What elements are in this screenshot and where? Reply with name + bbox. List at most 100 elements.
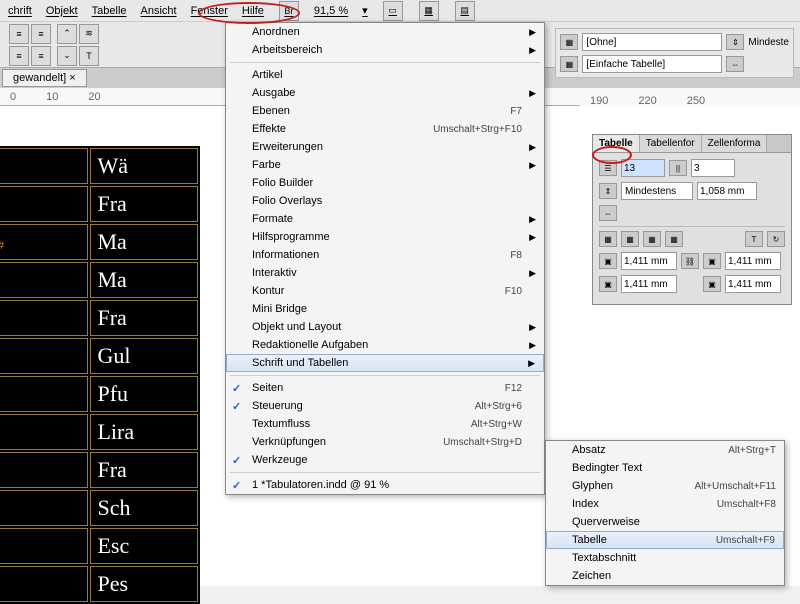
doc-tab[interactable]: gewandelt] × <box>2 69 87 87</box>
table-cell[interactable]: hland# <box>0 224 88 260</box>
submenu-item-textabschnitt[interactable]: Textabschnitt <box>546 549 784 567</box>
tabelle-panel[interactable]: Tabelle Tabellenfor Zellenforma ☰ || ⇕ M… <box>592 134 792 305</box>
height-input[interactable] <box>697 182 757 200</box>
height-mode-select[interactable]: Mindestens <box>621 182 693 200</box>
menu-tabelle[interactable]: Tabelle <box>92 5 127 17</box>
table-cell[interactable]: Gul <box>90 338 198 374</box>
menu-hilfe[interactable]: Hilfe <box>242 5 264 17</box>
submenu-item-absatz[interactable]: AbsatzAlt+Strg+T <box>546 441 784 459</box>
zoom-level[interactable]: 91,5 % <box>314 5 348 17</box>
table-cell[interactable]: Fra <box>90 186 198 222</box>
menu-ansicht[interactable]: Ansicht <box>141 5 177 17</box>
menu-item-arbeitsbereich[interactable]: Arbeitsbereich▶ <box>226 41 544 59</box>
menu-item-folio-overlays[interactable]: Folio Overlays <box>226 192 544 210</box>
table-cell[interactable]: Pfu <box>90 376 198 412</box>
document-table[interactable]: Wän#Frahland#Mad#Maeich#Fra#GulPfuLirabu… <box>0 146 200 604</box>
cell-style-icon[interactable]: ▦ <box>560 34 578 50</box>
bridge-icon[interactable]: Br <box>279 1 299 21</box>
text-rotate-icon[interactable]: T <box>745 231 763 247</box>
table-cell[interactable]: Ma <box>90 262 198 298</box>
menu-item-textumfluss[interactable]: TextumflussAlt+Strg+W <box>226 415 544 433</box>
table-cell[interactable]: Ma <box>90 224 198 260</box>
table-cell[interactable]: n# <box>0 186 88 222</box>
inset-left-input[interactable] <box>621 252 677 270</box>
fenster-menu[interactable]: Anordnen▶Arbeitsbereich▶ArtikelAusgabe▶E… <box>225 22 545 495</box>
rows-input[interactable] <box>621 159 665 177</box>
cols-input[interactable] <box>691 159 735 177</box>
align-justify-icon[interactable]: ≡ <box>31 46 51 66</box>
table-cell[interactable]: eich# <box>0 490 88 526</box>
table-cell[interactable] <box>0 148 88 184</box>
cell-align3-icon[interactable]: ▦ <box>643 231 661 247</box>
panel-tab-zellenformate[interactable]: Zellenforma <box>702 135 768 152</box>
menu-item-anordnen[interactable]: Anordnen▶ <box>226 23 544 41</box>
cell-align2-icon[interactable]: ▦ <box>621 231 639 247</box>
menu-item-ebenen[interactable]: EbenenF7 <box>226 102 544 120</box>
menu-item-hilfsprogramme[interactable]: Hilfsprogramme▶ <box>226 228 544 246</box>
screen-mode-icon[interactable]: ▭ <box>383 1 403 21</box>
menu-item-objekt-und-layout[interactable]: Objekt und Layout▶ <box>226 318 544 336</box>
cell-align-icon[interactable]: ▦ <box>599 231 617 247</box>
submenu-item-zeichen[interactable]: Zeichen <box>546 567 784 585</box>
menu-item-ausgabe[interactable]: Ausgabe▶ <box>226 84 544 102</box>
table-cell[interactable] <box>0 376 88 412</box>
menu-item-interaktiv[interactable]: Interaktiv▶ <box>226 264 544 282</box>
menu-fenster[interactable]: Fenster <box>191 5 228 17</box>
menu-item-effekte[interactable]: EffekteUmschalt+Strg+F10 <box>226 120 544 138</box>
table-cell[interactable]: Wä <box>90 148 198 184</box>
table-cell[interactable]: eich# <box>0 300 88 336</box>
table-cell[interactable]: Esc <box>90 528 198 564</box>
inset-left-icon[interactable]: ▣ <box>599 253 617 269</box>
table-cell[interactable]: d# <box>0 262 88 298</box>
menu-item-artikel[interactable]: Artikel <box>226 66 544 84</box>
inset-right-input[interactable] <box>725 252 781 270</box>
inset-top-icon[interactable]: ▣ <box>599 276 617 292</box>
cols-icon[interactable]: || <box>669 160 687 176</box>
row-height-icon[interactable]: ⇕ <box>599 183 617 199</box>
col-width-icon[interactable]: ⇔ <box>599 205 617 221</box>
menubar[interactable]: chrift Objekt Tabelle Ansicht Fenster Hi… <box>0 0 800 22</box>
cell-align4-icon[interactable]: ▦ <box>665 231 683 247</box>
table-cell[interactable]: Fra <box>90 452 198 488</box>
inset-top-input[interactable] <box>621 275 677 293</box>
table-cell[interactable]: Pes <box>90 566 198 602</box>
table-style-icon[interactable]: ▦ <box>560 56 578 72</box>
submenu-item-glyphen[interactable]: GlyphenAlt+Umschalt+F11 <box>546 477 784 495</box>
row-height-icon[interactable]: ⇕ <box>726 34 744 50</box>
rows-icon[interactable]: ☰ <box>599 160 617 176</box>
cell-style-select[interactable]: [Ohne] <box>582 33 722 51</box>
arrange-icon[interactable]: ▦ <box>419 1 439 21</box>
menu-item-formate[interactable]: Formate▶ <box>226 210 544 228</box>
submenu-item-tabelle[interactable]: TabelleUmschalt+F9 <box>546 531 784 549</box>
menu-objekt[interactable]: Objekt <box>46 5 78 17</box>
valign-mid-icon[interactable]: ≋ <box>79 24 99 44</box>
table-style-select[interactable]: [Einfache Tabelle] <box>582 55 722 73</box>
menu-item-verkn-pfungen[interactable]: VerknüpfungenUmschalt+Strg+D <box>226 433 544 451</box>
menu-item-informationen[interactable]: InformationenF8 <box>226 246 544 264</box>
submenu-item-index[interactable]: IndexUmschalt+F8 <box>546 495 784 513</box>
text-rotate2-icon[interactable]: ↻ <box>767 231 785 247</box>
view-options-icon[interactable]: ▤ <box>455 1 475 21</box>
menu-item-erweiterungen[interactable]: Erweiterungen▶ <box>226 138 544 156</box>
menu-item-redaktionelle-aufgaben[interactable]: Redaktionelle Aufgaben▶ <box>226 336 544 354</box>
valign-bot-icon[interactable]: ⌄ <box>57 46 77 66</box>
menu-item-1-tabulatoren-indd-91-[interactable]: ✓1 *Tabulatoren.indd @ 91 % <box>226 476 544 494</box>
table-cell[interactable]: burg# <box>0 452 88 488</box>
text-dir-icon[interactable]: T <box>79 46 99 66</box>
align-center-icon[interactable]: ≡ <box>31 24 51 44</box>
menu-item-mini-bridge[interactable]: Mini Bridge <box>226 300 544 318</box>
schrift-tabellen-submenu[interactable]: AbsatzAlt+Strg+TBedingter TextGlyphenAlt… <box>545 440 785 586</box>
table-cell[interactable] <box>0 414 88 450</box>
panel-tab-tabellenformate[interactable]: Tabellenfor <box>640 135 702 152</box>
table-cell[interactable]: Fra <box>90 300 198 336</box>
valign-top-icon[interactable]: ⌃ <box>57 24 77 44</box>
inset-right-icon[interactable]: ▣ <box>703 253 721 269</box>
chevron-down-icon[interactable]: ▾ <box>362 4 368 17</box>
table-cell[interactable]: al# <box>0 528 88 564</box>
menu-item-schrift-und-tabellen[interactable]: Schrift und Tabellen▶ <box>226 354 544 372</box>
menu-item-kontur[interactable]: KonturF10 <box>226 282 544 300</box>
table-cell[interactable]: Lira <box>90 414 198 450</box>
menu-item-seiten[interactable]: ✓SeitenF12 <box>226 379 544 397</box>
menu-item-farbe[interactable]: Farbe▶ <box>226 156 544 174</box>
align-right-icon[interactable]: ≡ <box>9 46 29 66</box>
